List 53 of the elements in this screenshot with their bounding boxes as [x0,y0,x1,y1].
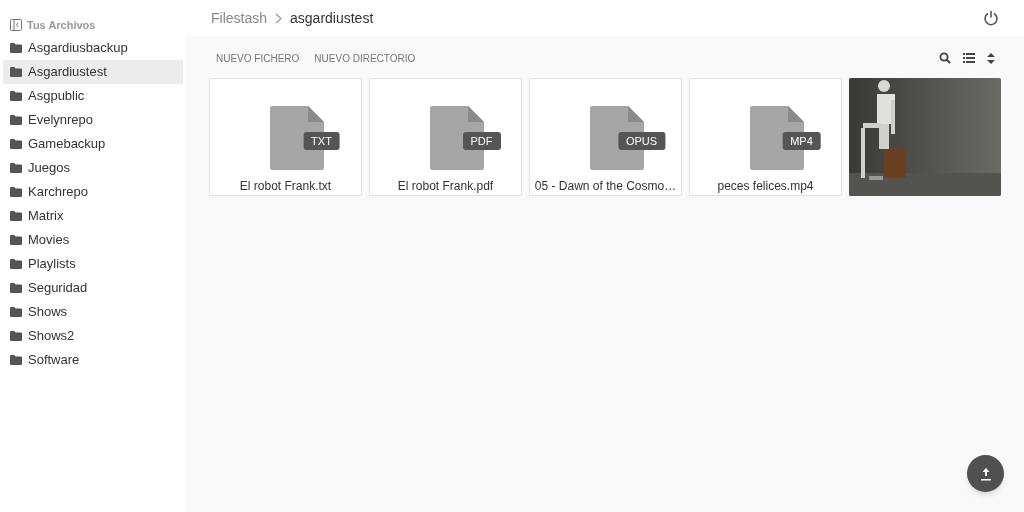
folder-icon [10,283,22,293]
folder-item[interactable]: Juegos [3,156,183,180]
breadcrumb-link[interactable]: Filestash [211,7,268,29]
folder-item[interactable]: Evelynrepo [3,108,183,132]
folder-item[interactable]: Asgardiustest [3,60,183,84]
action-button[interactable]: NUEVO FICHERO [216,50,300,66]
file-name: El robot Frank.pdf [397,178,494,195]
folder-icon [10,235,22,245]
folder-icon [10,91,22,101]
power-icon[interactable] [983,10,999,26]
sidebar-title: Tus Archivos [27,17,96,33]
chevron-icon [275,12,283,24]
file-type-badge: PDF [462,132,501,150]
file-type-badge: MP4 [782,132,821,150]
folder-item[interactable]: Shows [3,300,183,324]
folder-icon [10,115,22,125]
folder-item[interactable]: Movies [3,228,183,252]
folder-icon [10,163,22,173]
upload-button[interactable] [967,455,1004,492]
file-card[interactable]: OPUS 05 - Dawn of the Cosmo… [529,78,682,196]
folder-item[interactable]: Karchrepo [3,180,183,204]
sort-icon[interactable] [987,52,995,64]
file-card[interactable]: MP4 peces felices.mp4 [689,78,842,196]
folder-icon [10,307,22,317]
action-button[interactable]: NUEVO DIRECTORIO [314,50,416,66]
folder-icon [10,43,22,53]
folder-icon [10,139,22,149]
folder-item[interactable]: Asgardiusbackup [3,36,183,60]
folder-icon [10,211,22,221]
folder-icon [10,331,22,341]
upload-icon [978,466,993,481]
search-icon[interactable] [939,52,951,64]
folder-icon [10,355,22,365]
folder-item[interactable]: Matrix [3,204,183,228]
folder-icon [10,187,22,197]
folder-item[interactable]: Seguridad [3,276,183,300]
folder-item[interactable]: Software [3,348,183,372]
file-type-badge: TXT [303,132,340,150]
file-type-badge: OPUS [617,132,666,150]
file-card[interactable]: TXT El robot Frank.txt [209,78,362,196]
folder-item[interactable]: Asgpublic [3,84,183,108]
folder-item[interactable]: Gamebackup [3,132,183,156]
sidebar-toggle-icon[interactable] [10,19,22,31]
file-name: 05 - Dawn of the Cosmo… [534,178,677,195]
folder-item[interactable]: Shows2 [3,324,183,348]
file-card[interactable]: PDF El robot Frank.pdf [369,78,522,196]
file-name: peces felices.mp4 [717,178,814,195]
file-name: El robot Frank.txt [239,178,332,195]
folder-icon [10,67,22,77]
list-view-icon[interactable] [963,53,975,63]
current-folder-title: asgardiustest [290,8,374,28]
folder-item[interactable]: Playlists [3,252,183,276]
folder-icon [10,259,22,269]
